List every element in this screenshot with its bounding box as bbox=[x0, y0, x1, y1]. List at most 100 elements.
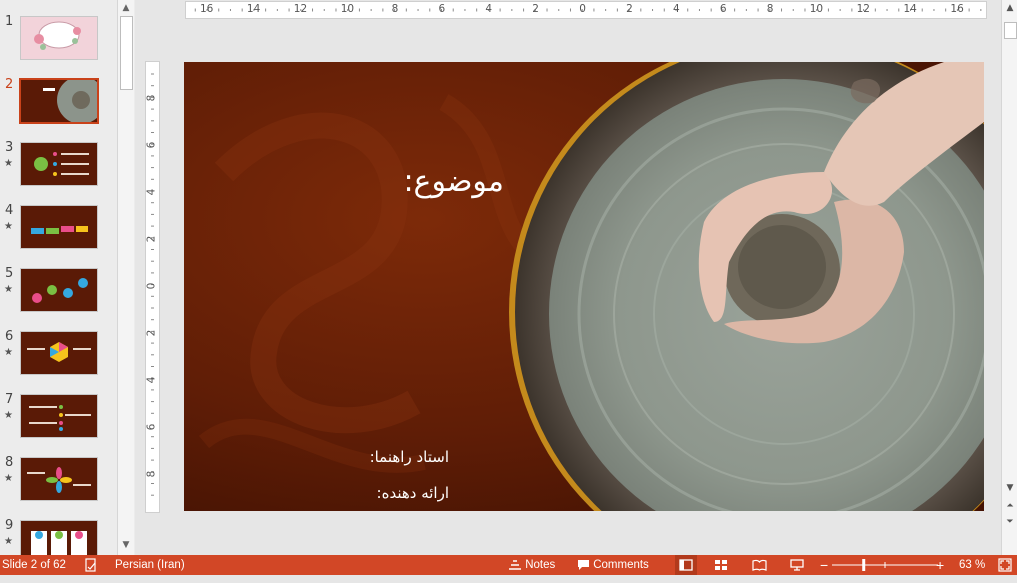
slide-title[interactable]: موضوع: bbox=[374, 164, 504, 199]
zoom-out-button[interactable]: − bbox=[820, 555, 828, 575]
normal-view-icon bbox=[679, 559, 693, 571]
thumbnail-slide-9[interactable]: 9 ★ bbox=[0, 518, 118, 555]
circles-thumbnail-icon bbox=[21, 269, 97, 311]
ruler-label: 4 bbox=[145, 376, 158, 384]
notes-label: Notes bbox=[525, 559, 556, 571]
slide-sorter-icon bbox=[715, 559, 727, 570]
thumbnail-slide-7[interactable]: 7 ★ bbox=[0, 392, 118, 444]
animation-star-icon: ★ bbox=[4, 410, 13, 421]
vertical-ruler: 8 6 4 2 0 2 4 6 8 bbox=[145, 61, 160, 513]
horizontal-ruler: 16 14 12 10 8 6 4 2 0 2 4 6 8 10 12 14 16 bbox=[185, 1, 987, 19]
boxes-thumbnail-icon bbox=[21, 206, 97, 248]
ruler-label: 10 bbox=[340, 3, 355, 15]
reading-view-icon bbox=[752, 559, 767, 571]
ruler-label: 8 bbox=[145, 94, 158, 102]
scroll-down-arrow-icon[interactable]: ▼ bbox=[1004, 482, 1016, 494]
slide-vertical-scrollbar[interactable]: ▲ ▼ ⏶ ⏷ bbox=[1001, 0, 1017, 555]
ruler-label: 14 bbox=[903, 3, 917, 15]
notes-button[interactable]: Notes bbox=[508, 555, 555, 575]
thumbnail-image bbox=[20, 457, 98, 501]
thumbnail-slide-5[interactable]: 5 ★ bbox=[0, 266, 118, 318]
ruler-label: 2 bbox=[532, 3, 539, 15]
thumbnail-slide-6[interactable]: 6 ★ bbox=[0, 329, 118, 381]
slide-counter[interactable]: Slide 2 of 62 bbox=[2, 555, 66, 575]
comments-label: Comments bbox=[593, 559, 649, 571]
pottery-wheel-icon bbox=[21, 80, 97, 122]
zoom-in-button[interactable]: + bbox=[936, 555, 944, 575]
list-thumbnail-icon bbox=[21, 395, 97, 437]
thumbnail-number: 4 bbox=[5, 203, 14, 218]
ruler-label: 6 bbox=[145, 423, 158, 431]
ruler-label: 2 bbox=[145, 235, 158, 243]
animation-star-icon: ★ bbox=[4, 473, 13, 484]
slideshow-button[interactable] bbox=[790, 555, 804, 575]
thumbnail-scrollbar[interactable]: ▲ ▼ bbox=[117, 0, 134, 555]
ruler-label: 16 bbox=[950, 3, 964, 15]
thumbnail-slide-8[interactable]: 8 ★ bbox=[0, 455, 118, 507]
thumbnail-number: 5 bbox=[5, 266, 14, 281]
thumbnail-image bbox=[20, 16, 98, 60]
ruler-label: 16 bbox=[200, 3, 214, 15]
animation-star-icon: ★ bbox=[4, 221, 13, 232]
slide-thumbnail-pane: 1 2 3 ★ 4 ★ 5 ★ 6 ★ 7 ★ 8 ★ 9 ★ ▲ ▼ bbox=[0, 0, 135, 555]
presenter-label[interactable]: ارائه دهنده: bbox=[334, 484, 449, 502]
scroll-up-arrow-icon[interactable]: ▲ bbox=[1004, 2, 1016, 14]
slideshow-icon bbox=[790, 559, 804, 571]
comments-button[interactable]: Comments bbox=[577, 555, 649, 575]
thumbnail-image bbox=[20, 394, 98, 438]
cards-thumbnail-icon bbox=[21, 521, 97, 555]
slide-canvas[interactable]: موضوع: استاد راهنما: ارائه دهنده: bbox=[184, 62, 984, 511]
thumbnail-number: 2 bbox=[5, 77, 14, 92]
ruler-label: 12 bbox=[856, 3, 870, 15]
ruler-label: 8 bbox=[766, 3, 774, 15]
hexagon-thumbnail-icon bbox=[21, 332, 97, 374]
fit-to-window-button[interactable] bbox=[998, 555, 1012, 575]
ruler-label: 4 bbox=[485, 3, 493, 15]
thumbnail-number: 6 bbox=[5, 329, 14, 344]
slide-sorter-button[interactable] bbox=[714, 555, 728, 575]
animation-star-icon: ★ bbox=[4, 284, 13, 295]
zoom-slider-thumb[interactable] bbox=[862, 559, 866, 571]
ruler-label: 2 bbox=[626, 3, 633, 15]
ruler-label: 12 bbox=[293, 3, 308, 15]
advisor-label[interactable]: استاد راهنما: bbox=[334, 448, 449, 466]
scroll-down-arrow-icon[interactable]: ▼ bbox=[120, 539, 132, 551]
ruler-label: 6 bbox=[438, 3, 446, 15]
floral-frame-icon bbox=[21, 17, 97, 59]
thumbnail-number: 3 bbox=[5, 140, 14, 155]
notes-icon bbox=[509, 560, 521, 570]
ruler-label: 14 bbox=[246, 3, 261, 15]
scrollbar-thumb[interactable] bbox=[120, 16, 133, 90]
animation-star-icon: ★ bbox=[4, 347, 13, 358]
ruler-label: 10 bbox=[809, 3, 824, 15]
zoom-level[interactable]: 63 % bbox=[959, 555, 985, 575]
thumbnail-number: 7 bbox=[5, 392, 14, 407]
animation-star-icon: ★ bbox=[4, 158, 13, 169]
normal-view-button[interactable] bbox=[675, 555, 697, 575]
animation-star-icon: ★ bbox=[4, 536, 13, 547]
reading-view-button[interactable] bbox=[752, 555, 767, 575]
diagram-thumbnail-icon bbox=[21, 143, 97, 185]
scrollbar-thumb[interactable] bbox=[1004, 22, 1017, 39]
thumbnail-slide-1[interactable]: 1 bbox=[0, 14, 118, 66]
ruler-label: 4 bbox=[673, 3, 680, 15]
zoom-slider[interactable] bbox=[832, 555, 938, 575]
language-indicator[interactable]: Persian (Iran) bbox=[115, 555, 185, 575]
thumbnail-image bbox=[20, 142, 98, 186]
ruler-label: 4 bbox=[145, 188, 158, 196]
previous-slide-icon[interactable]: ⏶ bbox=[1004, 500, 1016, 512]
pottery-background-image bbox=[184, 62, 984, 511]
ruler-label: 6 bbox=[145, 141, 158, 149]
thumbnail-slide-4[interactable]: 4 ★ bbox=[0, 203, 118, 255]
zoom-slider-track bbox=[832, 559, 938, 571]
thumbnail-image bbox=[19, 78, 99, 124]
petals-thumbnail-icon bbox=[21, 458, 97, 500]
spell-check-icon[interactable] bbox=[84, 555, 98, 575]
next-slide-icon[interactable]: ⏷ bbox=[1004, 516, 1016, 528]
thumbnail-slide-2[interactable]: 2 bbox=[0, 77, 118, 129]
ruler-label: 0 bbox=[145, 282, 158, 290]
thumbnail-number: 8 bbox=[5, 455, 14, 470]
thumbnail-slide-3[interactable]: 3 ★ bbox=[0, 140, 118, 192]
scroll-up-arrow-icon[interactable]: ▲ bbox=[120, 2, 132, 14]
thumbnail-image bbox=[20, 268, 98, 312]
